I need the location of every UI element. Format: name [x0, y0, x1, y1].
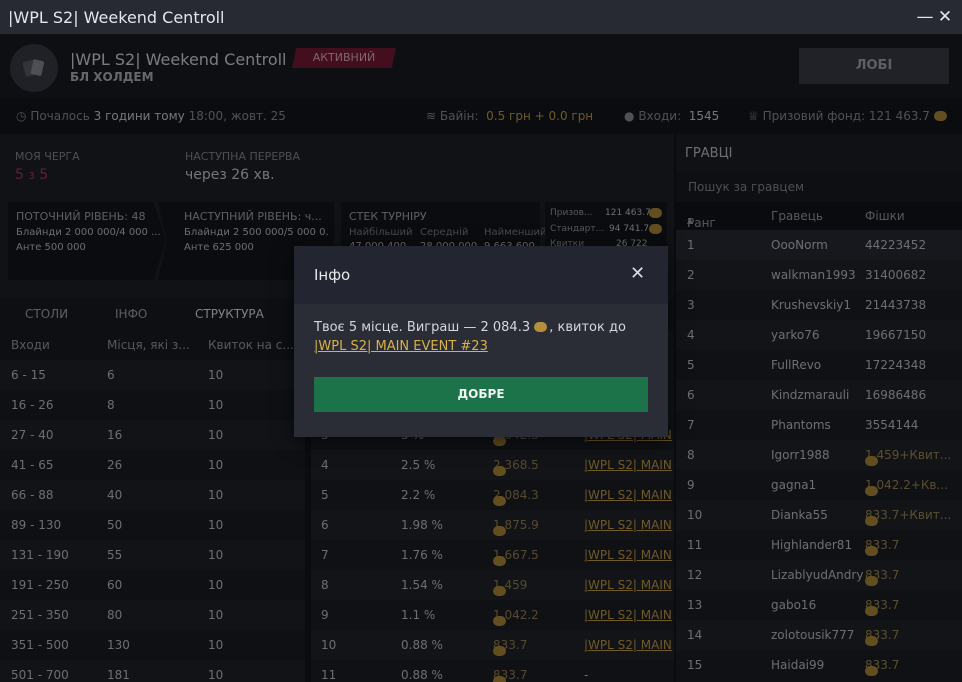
close-window-button[interactable]: ✕ — [934, 6, 956, 28]
ok-button[interactable]: ДОБРЕ — [314, 377, 648, 412]
message-text: Твоє 5 місце. Виграш — 2 084.3 — [314, 320, 531, 335]
message-text-2: , квиток до — [549, 320, 626, 335]
coin-icon — [534, 322, 548, 332]
info-dialog: Інфо ✕ Твоє 5 місце. Виграш — 2 084.3 , … — [294, 246, 668, 437]
window-title: |WPL S2| Weekend Centroll — [8, 7, 225, 27]
minimize-button[interactable]: — — [914, 6, 936, 28]
event-link[interactable]: |WPL S2| MAIN EVENT #23 — [314, 339, 488, 354]
dialog-message: Твоє 5 місце. Виграш — 2 084.3 , квиток … — [314, 318, 654, 356]
close-icon[interactable]: ✕ — [630, 263, 645, 284]
dialog-title: Інфо — [314, 266, 351, 284]
title-bar: |WPL S2| Weekend Centroll — ✕ — [0, 0, 962, 34]
app-window: |WPL S2| Weekend Centroll — ✕ |WPL S2| W… — [0, 0, 962, 682]
